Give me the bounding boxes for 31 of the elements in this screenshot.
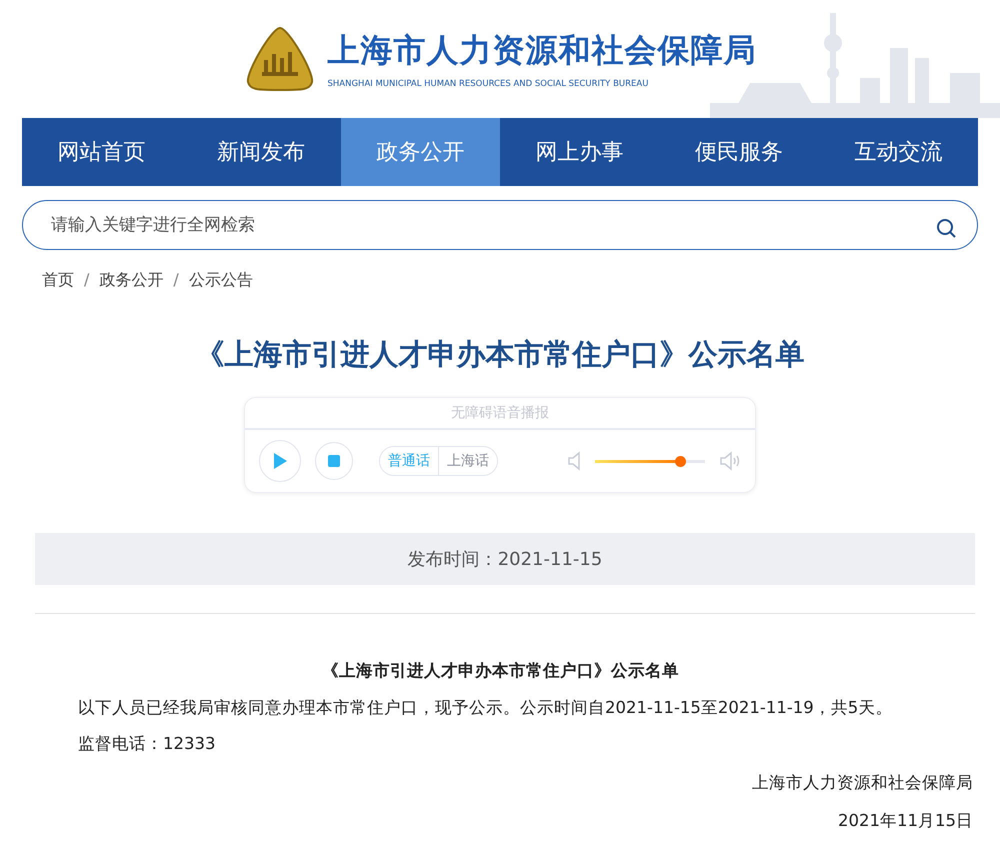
signature: 上海市人力资源和社会保障局 bbox=[751, 772, 973, 794]
paragraph: 监督电话：12333 bbox=[78, 734, 216, 754]
signature-date: 2021年11月15日 bbox=[837, 810, 973, 832]
breadcrumb-link[interactable]: 首页 bbox=[42, 270, 74, 291]
volume-low-icon[interactable] bbox=[567, 451, 581, 471]
nav-tab[interactable]: 互动交流 bbox=[818, 118, 978, 186]
site-title: 上海市人力资源和社会保障局 bbox=[328, 30, 756, 71]
search-icon[interactable] bbox=[935, 217, 957, 239]
search-field[interactable]: 请输入关键字进行全网检索 bbox=[49, 214, 935, 236]
breadcrumb-link[interactable]: 政务公开 bbox=[99, 270, 164, 291]
nav-tab[interactable]: 便民服务 bbox=[659, 118, 819, 186]
stop-icon bbox=[328, 455, 340, 467]
search-bar[interactable]: 请输入关键字进行全网检索 bbox=[22, 200, 978, 250]
article-heading: 《上海市引进人才申办本市常住户口》公示名单 bbox=[321, 660, 680, 682]
site-subtitle: SHANGHAI MUNICIPAL HUMAN RESOURCES AND SOCIAL SECURITY BUREAU bbox=[328, 79, 650, 89]
page-title: 《上海市引进人才申办本市常住户口》公示名单 bbox=[194, 336, 806, 373]
breadcrumb-link[interactable]: 公示公告 bbox=[188, 270, 253, 291]
nav-tab[interactable]: 新闻发布 bbox=[181, 118, 341, 186]
breadcrumb-separator: / bbox=[173, 270, 179, 291]
stop-button[interactable] bbox=[315, 442, 353, 480]
play-button[interactable] bbox=[259, 440, 301, 482]
play-icon bbox=[272, 452, 288, 470]
player-heading: 无障碍语音播报 bbox=[245, 398, 755, 430]
volume-high-icon[interactable] bbox=[719, 451, 741, 471]
nav-tab[interactable]: 政务公开 bbox=[340, 118, 500, 186]
nav-tab[interactable]: 网站首页 bbox=[22, 118, 182, 186]
publish-date: 发布时间：2021-11-15 bbox=[408, 548, 602, 571]
volume-thumb[interactable] bbox=[674, 456, 686, 466]
nav-tab[interactable]: 网上办事 bbox=[500, 118, 660, 186]
breadcrumb-separator: / bbox=[84, 270, 90, 291]
paragraph: 以下人员已经我局审核同意办理本市常住户口，现予公示。公示时间自2021-11-15至2021-11-19，共5天。 bbox=[78, 698, 894, 718]
